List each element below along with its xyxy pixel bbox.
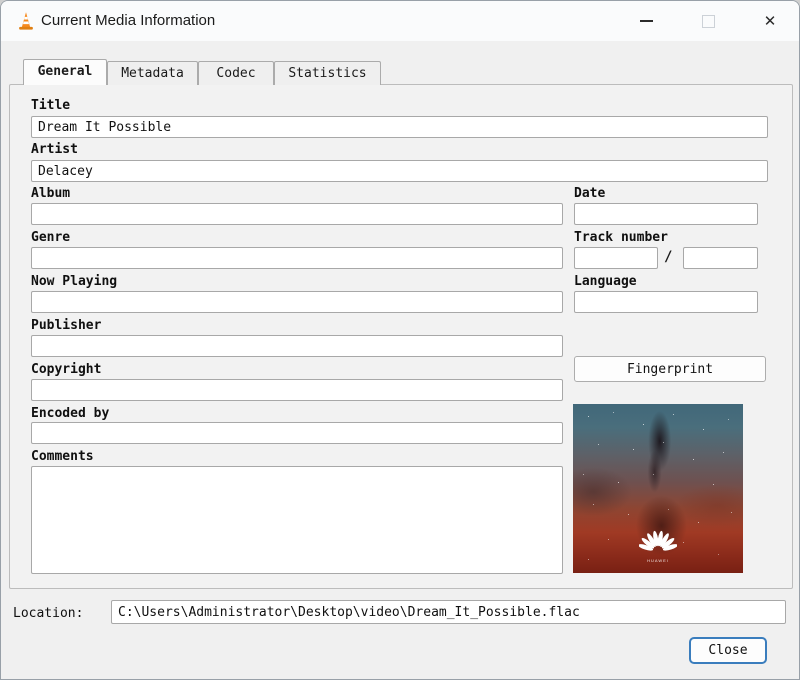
maximize-icon: [701, 14, 715, 28]
copyright-label: Copyright: [31, 362, 102, 377]
location-input[interactable]: [111, 600, 786, 624]
minimize-button[interactable]: [623, 1, 669, 41]
tab-codec[interactable]: Codec: [198, 61, 274, 85]
media-information-dialog: Current Media Information ✕ General Meta…: [0, 0, 800, 680]
now-playing-label: Now Playing: [31, 274, 118, 289]
language-label: Language: [574, 274, 637, 289]
publisher-label: Publisher: [31, 318, 102, 333]
track-number-total-input[interactable]: [683, 247, 758, 269]
comments-textarea[interactable]: [31, 466, 563, 574]
album-art-image: HUAWEI: [573, 404, 743, 573]
tab-statistics[interactable]: Statistics: [274, 61, 381, 85]
title-label: Title: [31, 98, 71, 113]
date-label: Date: [574, 186, 606, 201]
vlc-cone-icon: [19, 12, 33, 30]
genre-input[interactable]: [31, 247, 563, 269]
maximize-button[interactable]: [685, 1, 731, 41]
huawei-logo: HUAWEI: [638, 528, 678, 563]
huawei-logo-text: HUAWEI: [647, 558, 669, 563]
tab-general[interactable]: General: [23, 59, 107, 85]
album-input[interactable]: [31, 203, 563, 225]
window-title: Current Media Information: [41, 12, 216, 29]
track-number-current-input[interactable]: [574, 247, 658, 269]
nebula-stars: [573, 404, 574, 405]
track-number-label: Track number: [574, 230, 668, 245]
track-number-separator: /: [664, 249, 673, 265]
close-button[interactable]: Close: [689, 637, 767, 664]
comments-label: Comments: [31, 449, 94, 464]
publisher-input[interactable]: [31, 335, 563, 357]
date-input[interactable]: [574, 203, 758, 225]
title-input[interactable]: [31, 116, 768, 138]
encoded-by-input[interactable]: [31, 422, 563, 444]
tab-metadata[interactable]: Metadata: [107, 61, 198, 85]
huawei-flower-icon: [638, 530, 678, 551]
titlebar[interactable]: Current Media Information ✕: [1, 1, 799, 41]
genre-label: Genre: [31, 230, 71, 245]
now-playing-input[interactable]: [31, 291, 563, 313]
close-window-button[interactable]: ✕: [747, 1, 793, 41]
close-icon: ✕: [763, 12, 777, 30]
fingerprint-button[interactable]: Fingerprint: [574, 356, 766, 382]
location-label: Location:: [13, 606, 84, 621]
minimize-icon: [639, 20, 653, 22]
artist-input[interactable]: [31, 160, 768, 182]
encoded-by-label: Encoded by: [31, 406, 110, 421]
language-input[interactable]: [574, 291, 758, 313]
artist-label: Artist: [31, 142, 78, 157]
copyright-input[interactable]: [31, 379, 563, 401]
album-label: Album: [31, 186, 71, 201]
